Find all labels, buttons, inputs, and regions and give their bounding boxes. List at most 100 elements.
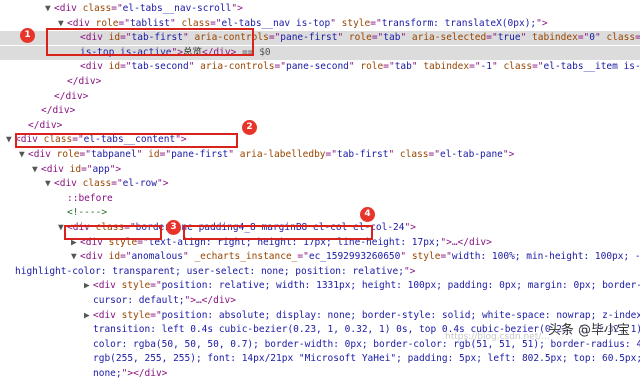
dom-token: =" (79, 149, 91, 160)
dom-node-line[interactable]: <div id="tab-second" aria-controls="pane… (0, 60, 640, 74)
dom-token: anomalous (131, 251, 183, 263)
dom-node-line[interactable]: ▶ <div style="position: absolute; display… (0, 309, 640, 323)
dom-token: ">…</div> (440, 236, 492, 248)
dom-token: cursor: default; (93, 295, 185, 306)
dom-token: </div> (41, 105, 76, 117)
dom-node-line[interactable]: ▼ <div class="el-row"> (0, 177, 640, 191)
dom-token: "> (403, 265, 416, 277)
dom-node-line[interactable]: ▼ <div class="borderLine padding4_8 margi… (0, 221, 640, 235)
annotation-badge-3: 3 (166, 220, 181, 235)
dom-token: </div> (28, 119, 63, 131)
dom-token: " (492, 61, 504, 73)
dom-node-line[interactable]: is-top is-active">总览</div> == $0 (0, 45, 640, 60)
dom-node-line[interactable]: </div> (0, 90, 640, 104)
dom-token: 总览 (182, 46, 202, 58)
dom-token: " (388, 149, 400, 160)
dom-token: _echarts_instance_ (194, 251, 298, 263)
dom-node-line[interactable]: ▼ <div role="tablist" class="el-tabs__nav… (0, 17, 640, 31)
collapse-triangle-icon[interactable]: ▶ (84, 309, 93, 323)
expand-triangle-icon[interactable]: ▼ (58, 221, 67, 235)
dom-node-line[interactable]: </div> (0, 119, 640, 133)
dom-token: true (497, 32, 521, 44)
dom-token: style (121, 280, 151, 292)
dom-token: " (411, 61, 424, 73)
dom-token: " (400, 32, 412, 44)
dom-token: color: rgba(50, 50, 50, 0.7); border-wid… (93, 338, 640, 350)
dom-token: tab (383, 32, 401, 44)
dom-node-line[interactable]: ▼ <div id="anomalous" _echarts_instance_=… (0, 250, 640, 264)
dom-token: el-tabs__content (83, 134, 176, 146)
expand-triangle-icon[interactable]: ▼ (32, 163, 41, 177)
dom-node-line[interactable]: ▼ <div class="el-tabs__nav-scroll"> (0, 2, 640, 16)
dom-node-line[interactable]: ▶ <div style="text-align: right; height: … (0, 236, 640, 250)
dom-node-line[interactable]: </div> (0, 75, 640, 89)
expand-triangle-icon[interactable]: ▼ (19, 148, 28, 162)
dom-token: class (95, 222, 125, 233)
dom-node-line[interactable]: rgb(255, 255, 255); font: 14px/21px "Mic… (0, 352, 640, 366)
dom-token: =" (120, 251, 132, 263)
dom-node-line[interactable]: <div id="tab-first" aria-controls="pane-… (0, 31, 640, 46)
collapse-triangle-icon[interactable]: ▶ (84, 279, 93, 293)
dom-token: <div (80, 251, 109, 263)
dom-token: role (360, 61, 384, 73)
dom-token: =" (120, 32, 132, 44)
expand-triangle-icon[interactable]: ▼ (45, 2, 54, 16)
expand-triangle-icon[interactable]: ▼ (58, 17, 67, 31)
dom-token: <div (80, 61, 109, 73)
dom-token: aria-controls (200, 61, 275, 73)
dom-token: class (503, 61, 533, 73)
dom-node-line[interactable]: ▼ <div role="tabpanel" id="pane-first" ar… (0, 148, 640, 162)
dom-token: <div (80, 32, 109, 44)
dom-token: <div (80, 236, 109, 248)
dom-token: id (108, 251, 121, 263)
dom-token: aria-selected (411, 32, 487, 44)
dom-token: id (108, 32, 121, 44)
dom-token: =" (370, 17, 382, 29)
dom-node-line[interactable]: cursor: default;">…</div> (0, 294, 640, 308)
dom-token: =" (210, 17, 222, 29)
dom-token: =" (635, 32, 640, 44)
dom-token: class (181, 17, 211, 29)
dom-token: </div> (67, 76, 102, 87)
dom-token: <div (93, 309, 122, 321)
dom-token: " (188, 61, 201, 73)
dom-tree: ▼ <div class="el-tabs__nav-scroll"> ▼ <div … (0, 0, 640, 379)
dom-node-line[interactable]: highlight-color: transparent; user-selec… (0, 265, 640, 279)
dom-token: none; (93, 368, 122, 379)
dom-token: is-top is-active (80, 46, 172, 58)
dom-token: id (69, 163, 82, 175)
dom-node-line[interactable]: ▼ <div id="app"> (0, 163, 640, 177)
collapse-triangle-icon[interactable]: ▶ (71, 236, 80, 250)
dom-token: aria-controls (194, 32, 269, 44)
dom-node-line[interactable]: none;"></div> (0, 367, 640, 381)
dom-token: tab-second (131, 61, 189, 73)
dom-token: "> (175, 134, 187, 146)
dom-token: =" (268, 32, 281, 44)
dom-token: =" (486, 32, 498, 44)
dom-node-line[interactable]: <!----> (0, 206, 640, 220)
expand-triangle-icon[interactable]: ▼ (71, 250, 80, 264)
dom-token: </div> (133, 368, 168, 379)
dom-node-line[interactable]: ::before (0, 192, 640, 206)
expand-triangle-icon[interactable]: ▼ (45, 177, 54, 191)
dom-token: pane-first (280, 32, 338, 44)
dom-token: <div (93, 280, 122, 292)
dom-token: =" (371, 32, 384, 44)
dom-token: <!----> (67, 207, 108, 219)
dom-token: =" (440, 251, 452, 263)
dom-node-line[interactable]: ▼ <div class="el-tabs__content"> (0, 133, 640, 147)
dom-token: transform: translateX(0px); (381, 17, 537, 29)
dom-token: "> (404, 222, 416, 233)
dom-node-line[interactable]: ▶ <div style="position: relative; width: … (0, 279, 640, 293)
expand-triangle-icon[interactable]: ▼ (6, 133, 15, 147)
dom-token: " (520, 32, 533, 44)
dom-token: " (170, 17, 182, 29)
annotation-badge-1: 1 (20, 28, 35, 43)
dom-token: =" (150, 280, 162, 292)
dom-token: == $0 (236, 46, 271, 58)
dom-token: =" (469, 61, 481, 73)
dom-node-line[interactable]: </div> (0, 104, 640, 118)
dom-token: "> (502, 149, 515, 160)
dom-token: class (606, 32, 636, 44)
dom-token: class (399, 149, 429, 160)
